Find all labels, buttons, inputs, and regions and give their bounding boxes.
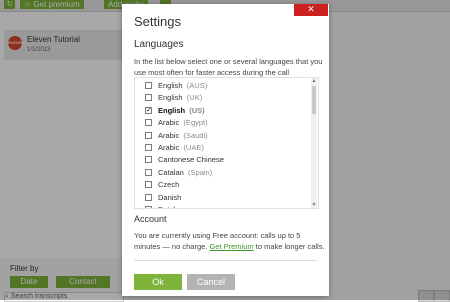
language-name: English [158, 81, 183, 90]
language-name: Dutch [158, 205, 178, 208]
language-label: Danish [158, 192, 181, 204]
language-name: English [158, 105, 186, 115]
language-label: Dutch [158, 204, 178, 208]
scroll-down-icon[interactable]: ▼ [311, 202, 317, 208]
language-checkbox[interactable] [145, 193, 152, 201]
languages-description: In the list below select one or several … [134, 57, 323, 77]
divider [134, 260, 317, 261]
language-checkbox[interactable] [145, 206, 152, 208]
scrollbar[interactable]: ▲ ▼ [311, 78, 317, 208]
language-checkbox[interactable] [145, 156, 152, 164]
account-heading: Account [134, 214, 167, 224]
language-region: (UAE) [183, 143, 204, 152]
language-checkbox[interactable] [145, 82, 152, 89]
languages-heading: Languages [134, 39, 184, 50]
language-name: Czech [158, 180, 180, 190]
language-checkbox[interactable] [145, 119, 152, 127]
language-region: (Spain) [188, 167, 213, 177]
language-name: Cantonese Chinese [158, 155, 224, 165]
language-checkbox[interactable]: ✓ [145, 106, 152, 114]
language-label: Cantonese Chinese [158, 154, 224, 166]
dialog-title: Settings [134, 14, 181, 29]
language-label: Catalan (Spain) [158, 167, 212, 179]
language-region: (Egypt) [183, 118, 208, 128]
language-name: Danish [158, 192, 182, 202]
language-name: Arabic [158, 130, 180, 140]
language-name: English [158, 93, 183, 103]
language-name: Arabic [158, 118, 180, 128]
languages-list[interactable]: ▲ ▼ English (AUS) English (UK) ✓ English (U… [134, 77, 319, 209]
account-text-2: to make longer calls. [255, 242, 325, 251]
language-label: Arabic (Egypt) [158, 117, 208, 129]
language-label: English (AUS) [158, 80, 207, 92]
close-icon: ✕ [307, 5, 315, 15]
language-name: Arabic [158, 143, 180, 152]
language-label: Arabic (Saudi) [158, 130, 208, 142]
language-checkbox[interactable] [145, 144, 152, 151]
language-checkbox[interactable] [145, 168, 152, 176]
language-checkbox[interactable] [145, 181, 152, 189]
language-region: (Saudi) [183, 130, 208, 140]
scroll-up-icon[interactable]: ▲ [311, 78, 317, 84]
settings-dialog: Settings ✕ Languages In the list below s… [122, 4, 329, 296]
language-region: (US) [189, 105, 205, 115]
language-label: Arabic (UAE) [158, 142, 204, 154]
ok-button[interactable]: Ok [134, 274, 182, 290]
language-label: Czech [158, 179, 179, 191]
scroll-thumb[interactable] [312, 86, 316, 114]
language-label: English (US) [158, 105, 205, 117]
language-label: English (UK) [158, 92, 202, 104]
get-premium-link[interactable]: Get Premium [209, 242, 253, 251]
language-checkbox[interactable] [145, 131, 152, 139]
language-name: Catalan [158, 167, 184, 177]
account-text: You are currently using Free account: ca… [134, 230, 326, 252]
close-button[interactable]: ✕ [294, 4, 328, 16]
language-region: (AUS) [186, 81, 208, 90]
cancel-button[interactable]: Cancel [187, 274, 235, 290]
language-region: (UK) [186, 93, 203, 103]
language-checkbox[interactable] [145, 94, 152, 102]
